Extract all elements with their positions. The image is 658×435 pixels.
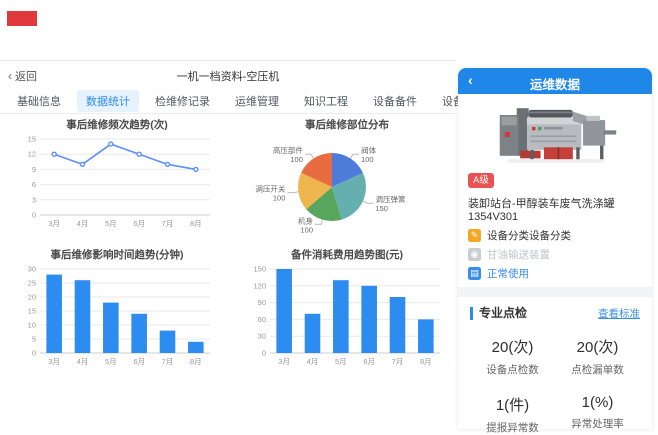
tab-5[interactable]: 设备备件 — [364, 90, 426, 112]
stat-value: 20(次) — [555, 336, 640, 357]
svg-text:20: 20 — [28, 293, 36, 302]
info-row-label: 设备分类设备分类 — [487, 228, 571, 243]
chart-title: 事后维修频次趋势(次) — [14, 117, 220, 133]
svg-text:5: 5 — [32, 335, 36, 344]
svg-text:5月: 5月 — [335, 357, 347, 366]
stat-1: 20(次) 点检漏单数 — [555, 336, 640, 377]
svg-text:6月: 6月 — [363, 357, 375, 366]
svg-text:150: 150 — [253, 265, 266, 274]
stat-value: 20(次) — [470, 336, 555, 357]
tab-bar: 基础信息数据统计检维修记录运维管理知识工程设备备件设备履历 — [0, 89, 456, 114]
svg-text:7月: 7月 — [162, 357, 174, 366]
svg-text:阀体100: 阀体100 — [361, 145, 376, 164]
info-row-label: 甘油输送装置 — [487, 247, 550, 262]
info-row-label: 正常使用 — [487, 266, 529, 281]
chart-repair-parts-distribution: 事后维修部位分布 阀体100 调压弹簧150 机身100 调压开关100 高压部件100 — [244, 117, 450, 235]
chart-spare-parts-cost: 备件消耗费用趋势图(元) 0 30 60 90 120 150 3月 4月 5月 6月 7月 8月 — [244, 247, 450, 367]
info-row-2: ▤ 正常使用 — [468, 266, 642, 280]
tab-0[interactable]: 基础信息 — [8, 90, 70, 112]
panel-header: ‹ 运维数据 — [458, 68, 652, 94]
maintenance-data-panel: ‹ 运维数据 — [458, 68, 652, 429]
svg-text:4月: 4月 — [77, 357, 89, 366]
svg-text:3月: 3月 — [48, 357, 60, 366]
chart-repair-impact-time: 事后维修影响时间趋势(分钟) 0 5 10 15 20 25 30 3月 4月 5月 6月 7月 8月 — [14, 247, 220, 367]
svg-text:8月: 8月 — [190, 357, 202, 366]
svg-text:0: 0 — [262, 349, 266, 358]
svg-text:7月: 7月 — [162, 219, 174, 228]
svg-text:15: 15 — [28, 135, 36, 144]
svg-text:6月: 6月 — [133, 357, 145, 366]
svg-text:6月: 6月 — [133, 219, 145, 228]
equipment-photo-drawing — [480, 98, 630, 166]
chart-after-repair-frequency: 事后维修频次趋势(次) 0 3 6 9 12 15 3月 4月 5月 6月 7月 8月 — [14, 117, 220, 229]
camera-icon: ◉ — [468, 248, 481, 261]
device-title: 装卸站台-甲醇装车废气洗涤罐1354V301 — [468, 195, 642, 223]
svg-text:60: 60 — [258, 315, 266, 324]
info-row-1: ◉ 甘油输送装置 — [468, 247, 642, 261]
svg-text:5月: 5月 — [105, 357, 117, 366]
chart-title: 事后维修部位分布 — [244, 117, 450, 133]
svg-text:9: 9 — [32, 165, 36, 174]
document-icon: ▤ — [468, 267, 481, 280]
svg-text:10: 10 — [28, 321, 36, 330]
page-nav: ‹返回 一机一档资料-空压机 — [0, 61, 456, 89]
red-annotation-marker — [7, 11, 37, 26]
stat-label: 提报异常数 — [470, 420, 555, 435]
device-info-list: ✎ 设备分类设备分类 ◉ 甘油输送装置 ▤ 正常使用 — [458, 228, 652, 280]
equipment-photo — [458, 94, 652, 170]
main-content: ‹返回 一机一档资料-空压机 基础信息数据统计检维修记录运维管理知识工程设备备件… — [0, 60, 456, 430]
svg-text:高压部件100: 高压部件100 — [273, 145, 303, 164]
tab-2[interactable]: 检维修记录 — [146, 90, 219, 112]
page-title: 一机一档资料-空压机 — [0, 68, 456, 84]
tab-4[interactable]: 知识工程 — [295, 90, 357, 112]
stat-0: 20(次) 设备点检数 — [470, 336, 555, 377]
svg-text:90: 90 — [258, 298, 266, 307]
svg-text:120: 120 — [253, 281, 266, 290]
stat-label: 设备点检数 — [470, 362, 555, 377]
tab-3[interactable]: 运维管理 — [226, 90, 288, 112]
section-divider — [458, 287, 652, 297]
svg-text:调压开关100: 调压开关100 — [255, 184, 285, 203]
svg-text:8月: 8月 — [420, 357, 432, 366]
pencil-icon: ✎ — [468, 229, 481, 242]
svg-text:7月: 7月 — [392, 357, 404, 366]
info-row-0: ✎ 设备分类设备分类 — [468, 228, 642, 242]
svg-text:3: 3 — [32, 195, 36, 204]
svg-text:6: 6 — [32, 180, 36, 189]
svg-text:4月: 4月 — [307, 357, 319, 366]
svg-text:30: 30 — [28, 265, 36, 274]
svg-text:12: 12 — [28, 150, 36, 159]
svg-text:3月: 3月 — [278, 357, 290, 366]
svg-text:30: 30 — [258, 332, 266, 341]
chart-title: 事后维修影响时间趋势(分钟) — [14, 247, 220, 263]
svg-text:4月: 4月 — [77, 219, 89, 228]
svg-text:机身100: 机身100 — [298, 215, 313, 234]
svg-text:5月: 5月 — [105, 219, 117, 228]
svg-text:25: 25 — [28, 279, 36, 288]
svg-text:调压弹簧150: 调压弹簧150 — [375, 194, 405, 213]
inspection-stats: 20(次)设备点检数20(次)点检漏单数1(件)提报异常数1(%)异常处理率 — [470, 336, 640, 435]
panel-title: 运维数据 — [458, 74, 652, 93]
svg-text:3月: 3月 — [48, 219, 60, 228]
stat-label: 点检漏单数 — [555, 362, 640, 377]
grade-badge: A级 — [468, 173, 494, 188]
view-standard-link[interactable]: 查看标准 — [598, 306, 640, 321]
chart-title: 备件消耗费用趋势图(元) — [244, 247, 450, 263]
svg-text:0: 0 — [32, 211, 36, 220]
section-title: 专业点检 — [470, 307, 527, 320]
stat-value: 1(件) — [470, 394, 555, 415]
stat-value: 1(%) — [555, 394, 640, 411]
tab-1[interactable]: 数据统计 — [77, 90, 139, 112]
svg-text:0: 0 — [32, 349, 36, 358]
svg-text:15: 15 — [28, 307, 36, 316]
inspection-section: 专业点检 查看标准 20(次)设备点检数20(次)点检漏单数1(件)提报异常数1… — [458, 297, 652, 435]
svg-text:8月: 8月 — [190, 219, 202, 228]
